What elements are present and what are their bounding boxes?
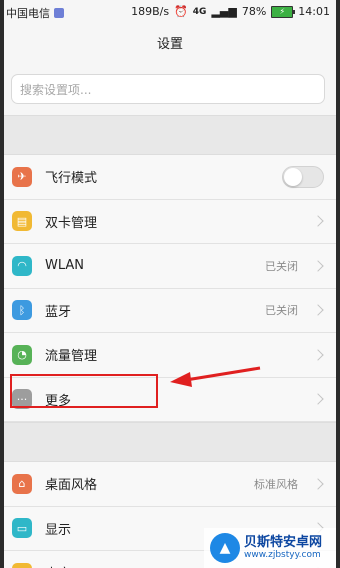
annotation-highlight-box (10, 374, 158, 408)
setting-label: 双卡管理 (45, 215, 98, 231)
setting-value: 已关闭 (265, 259, 298, 273)
section-divider (4, 115, 336, 155)
watermark-url: www.zjbstyy.com (244, 550, 321, 560)
page-title: 设置 (4, 26, 336, 64)
setting-home-style[interactable]: ⌂ 桌面风格 标准风格 (4, 462, 336, 507)
display-icon: ▭ (12, 518, 32, 539)
bluetooth-icon: ᛒ (12, 300, 32, 321)
search-input[interactable]: 搜索设置项... (11, 74, 325, 104)
setting-label: 飞行模式 (45, 171, 98, 187)
clock: 14:01 (298, 5, 330, 18)
network-speed: 189B/s (131, 5, 170, 18)
wifi-icon: ◠ (12, 255, 32, 276)
setting-label: 声音 (45, 563, 71, 568)
home-icon: ⌂ (12, 473, 32, 494)
setting-label: WLAN (45, 258, 85, 274)
search-area: 搜索设置项... (4, 64, 336, 115)
setting-label: 蓝牙 (45, 304, 72, 320)
chevron-right-icon (312, 215, 324, 227)
watermark-logo-icon: ▲ (210, 533, 240, 563)
data-usage-icon: ◔ (12, 344, 32, 365)
sim-card-icon: ▤ (12, 211, 32, 232)
chevron-right-icon (312, 478, 324, 490)
annotation-arrow-icon (170, 366, 261, 387)
battery-percent: 78% (241, 5, 267, 18)
chevron-right-icon (312, 304, 324, 316)
watermark: ▲ 贝斯特安卓网 www.zjbstyy.com (204, 528, 336, 568)
setting-wlan[interactable]: ◠ WLAN 已关闭 (4, 244, 336, 289)
setting-bluetooth[interactable]: ᛒ 蓝牙 已关闭 (4, 289, 336, 333)
airplane-icon: ✈ (12, 166, 32, 187)
setting-label: 桌面风格 (45, 478, 98, 494)
setting-value: 标准风格 (254, 477, 298, 491)
watermark-title: 贝斯特安卓网 (244, 535, 323, 550)
settings-screen: 中国电信 189B/s ⏰ 4G ▂▄▆ 78% ⚡ 14:01 设置 搜索设置… (4, 0, 336, 568)
setting-airplane-mode[interactable]: ✈ 飞行模式 (4, 155, 336, 200)
carrier-label: 中国电信 (6, 7, 50, 20)
setting-label: 显示 (45, 522, 72, 538)
setting-label: 流量管理 (45, 349, 98, 365)
setting-value: 已关闭 (265, 304, 298, 318)
airplane-mode-toggle[interactable] (282, 165, 324, 188)
chevron-right-icon (312, 260, 324, 272)
status-bar: 中国电信 189B/s ⏰ 4G ▂▄▆ 78% ⚡ 14:01 (4, 0, 336, 26)
battery-icon: ⚡ (271, 5, 296, 18)
alarm-icon: ⏰ (174, 5, 188, 18)
chevron-right-icon (312, 393, 324, 405)
chevron-right-icon (312, 349, 324, 361)
network-type: 4G (192, 6, 207, 17)
section-divider (4, 422, 336, 462)
signal-icon: ▂▄▆ (211, 5, 237, 18)
setting-dual-sim[interactable]: ▤ 双卡管理 (4, 200, 336, 244)
sound-icon: ♪ (12, 562, 32, 568)
sim-icon (54, 8, 64, 18)
